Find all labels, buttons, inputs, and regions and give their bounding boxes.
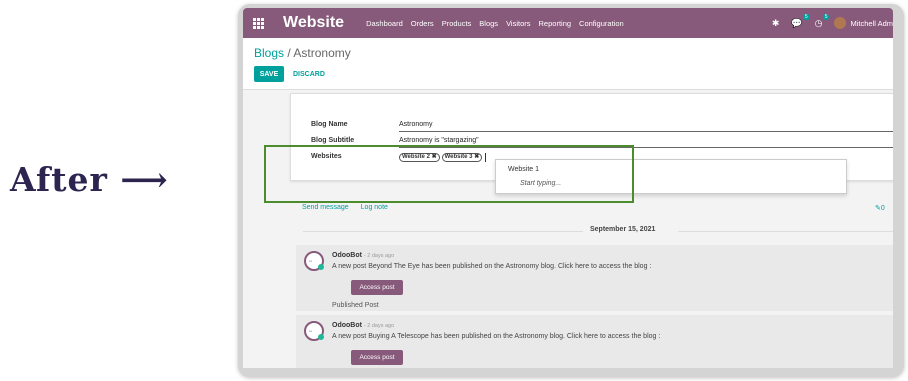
after-caption: After ⟶ bbox=[10, 160, 169, 199]
message-author[interactable]: OdooBot - 2 days ago bbox=[332, 252, 394, 259]
odoo-screen: Website Dashboard Orders Products Blogs … bbox=[243, 8, 893, 368]
breadcrumb-current: Astronomy bbox=[293, 46, 351, 60]
messages-badge: 5 bbox=[802, 13, 810, 20]
screenshot-frame: Website Dashboard Orders Products Blogs … bbox=[238, 4, 904, 377]
attachments-count: 0 bbox=[880, 205, 885, 212]
avatar[interactable] bbox=[834, 17, 847, 29]
attachments-button[interactable]: ✎0 bbox=[875, 204, 885, 212]
breadcrumb: Blogs / Astronomy bbox=[254, 46, 351, 60]
control-panel: Blogs / Astronomy SAVE DISCARD bbox=[243, 38, 893, 90]
bug-icon[interactable]: ✱ bbox=[772, 18, 780, 29]
published-post-note: Published Post bbox=[332, 302, 379, 309]
blog-subtitle-label: Blog Subtitle bbox=[311, 137, 355, 144]
chatter-message: ᵕ OdooBot - 2 days ago A new post Beyond… bbox=[296, 245, 893, 311]
menu-visitors[interactable]: Visitors bbox=[506, 19, 530, 28]
discard-button[interactable]: DISCARD bbox=[293, 66, 325, 82]
send-message-button[interactable]: Send message bbox=[302, 204, 349, 211]
breadcrumb-blogs[interactable]: Blogs bbox=[254, 46, 284, 60]
systray: ✱ 💬 5 ◷ 5 Mitchell Adm bbox=[772, 8, 893, 38]
user-name[interactable]: Mitchell Adm bbox=[850, 19, 893, 28]
top-navbar: Website Dashboard Orders Products Blogs … bbox=[243, 8, 893, 38]
chatter-actions: Send message Log note bbox=[302, 204, 398, 211]
menu-dashboard[interactable]: Dashboard bbox=[366, 19, 403, 28]
access-post-button[interactable]: Access post bbox=[351, 350, 403, 365]
access-post-button[interactable]: Access post bbox=[351, 280, 403, 295]
message-time: - 2 days ago bbox=[363, 253, 395, 259]
save-button[interactable]: SAVE bbox=[254, 66, 284, 82]
date-text: September 15, 2021 bbox=[590, 226, 656, 233]
activity-badge: 5 bbox=[822, 13, 830, 20]
menu-blogs[interactable]: Blogs bbox=[479, 19, 498, 28]
highlight-box bbox=[264, 145, 634, 203]
blog-name-label: Blog Name bbox=[311, 121, 348, 128]
menu-products[interactable]: Products bbox=[442, 19, 472, 28]
app-brand[interactable]: Website bbox=[283, 14, 344, 32]
message-time: - 2 days ago bbox=[363, 323, 395, 329]
blog-name-field[interactable]: Astronomy bbox=[399, 121, 893, 132]
separator-line-left bbox=[303, 231, 583, 232]
menu-configuration[interactable]: Configuration bbox=[579, 19, 624, 28]
menu-reporting[interactable]: Reporting bbox=[539, 19, 572, 28]
message-body: A new post Buying A Telescope has been p… bbox=[332, 333, 661, 340]
separator-line-right bbox=[678, 231, 893, 232]
odoobot-avatar-icon: ᵕ bbox=[304, 321, 324, 341]
messages-icon[interactable]: 💬 5 bbox=[791, 13, 810, 29]
activity-icon[interactable]: ◷ 5 bbox=[815, 13, 830, 29]
odoobot-avatar-icon: ᵕ bbox=[304, 251, 324, 271]
date-separator: September 15, 2021 bbox=[303, 226, 893, 236]
menu-orders[interactable]: Orders bbox=[411, 19, 434, 28]
chatter-message: ᵕ OdooBot - 2 days ago A new post Buying… bbox=[296, 315, 893, 368]
breadcrumb-separator: / bbox=[287, 46, 291, 60]
apps-menu-icon[interactable] bbox=[243, 8, 273, 38]
message-body: A new post Beyond The Eye has been publi… bbox=[332, 263, 652, 270]
message-author[interactable]: OdooBot - 2 days ago bbox=[332, 322, 394, 329]
log-note-button[interactable]: Log note bbox=[361, 204, 388, 211]
